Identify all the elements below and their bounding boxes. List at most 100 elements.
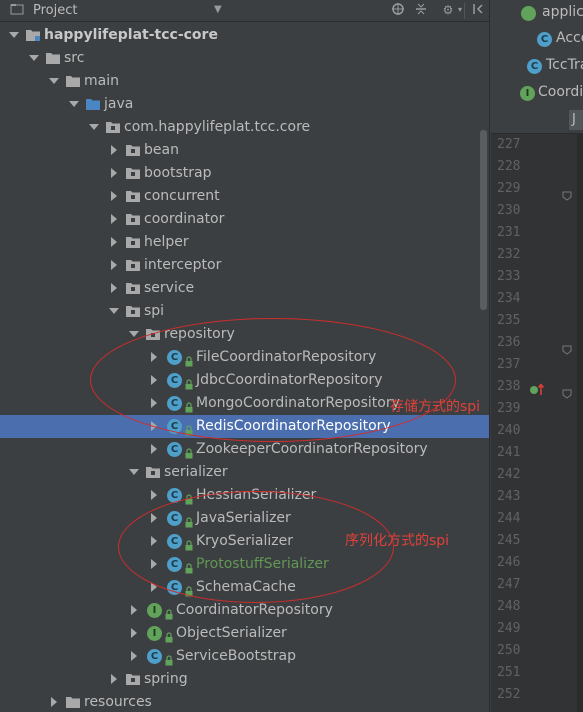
chevron-down-icon[interactable] [89, 122, 99, 132]
package-icon [146, 466, 160, 479]
gear-dropdown-icon[interactable]: ▾ [452, 2, 468, 18]
package-icon [126, 167, 140, 180]
chevron-right-icon[interactable] [149, 444, 159, 454]
tree-item-label: CoordinatorRepository [176, 602, 333, 618]
module-icon [26, 29, 40, 42]
navigation-list: applic C Acco C TccTra I Coordin [491, 0, 583, 104]
chevron-right-icon[interactable] [109, 191, 119, 201]
tree-row[interactable]: concurrent [0, 185, 490, 208]
list-item-label: TccTra [546, 57, 583, 73]
line-number: 231 [497, 225, 521, 240]
tree-row[interactable]: resources [0, 691, 490, 712]
line-number: 244 [497, 511, 521, 526]
package-icon [126, 144, 140, 157]
hide-panel-icon[interactable] [470, 2, 486, 18]
line-number: 227 [497, 137, 521, 152]
tree-scrollbar[interactable] [480, 130, 487, 310]
chevron-right-icon[interactable] [109, 145, 119, 155]
chevron-down-icon[interactable] [69, 99, 79, 109]
tree-row[interactable]: java [0, 93, 490, 116]
chevron-right-icon[interactable] [129, 605, 139, 615]
override-marker-icon[interactable] [529, 382, 545, 396]
project-panel-header: Project ▼ ⚙ ▾ [0, 0, 490, 22]
tree-row[interactable]: helper [0, 231, 490, 254]
chevron-right-icon[interactable] [49, 697, 59, 707]
line-number: 239 [497, 401, 521, 416]
lock-icon [165, 605, 173, 620]
tree-row[interactable]: C ZookeeperCoordinatorRepository [0, 438, 490, 461]
project-panel-icon [9, 2, 25, 18]
class-icon: C [167, 442, 182, 457]
chevron-right-icon[interactable] [149, 490, 159, 500]
package-icon [126, 259, 140, 272]
tree-row[interactable]: happylifeplat-tcc-core [0, 24, 490, 47]
package-icon [126, 213, 140, 226]
chevron-down-icon[interactable] [49, 76, 59, 86]
tree-row[interactable]: I ObjectSerializer [0, 622, 490, 645]
tree-item-label: coordinator [144, 211, 225, 227]
project-tool-window: Project ▼ ⚙ ▾ happylifeplat-tcc-core src m… [0, 0, 490, 712]
tree-row[interactable]: serializer [0, 461, 490, 484]
line-number: 246 [497, 555, 521, 570]
code-area[interactable] [577, 134, 583, 712]
chevron-right-icon[interactable] [109, 283, 119, 293]
folder-icon [46, 52, 60, 65]
lock-icon [185, 444, 193, 459]
interface-icon: I [520, 86, 535, 101]
tree-row[interactable]: C ServiceBootstrap [0, 645, 490, 668]
editor-tab-bar: J [491, 104, 583, 134]
tree-row[interactable]: coordinator [0, 208, 490, 231]
project-panel-title[interactable]: Project [33, 3, 77, 18]
tree-item-label: main [84, 73, 119, 89]
chevron-right-icon[interactable] [109, 168, 119, 178]
chevron-right-icon[interactable] [109, 674, 119, 684]
fold-marker-icon[interactable] [562, 340, 572, 355]
tree-row[interactable]: bean [0, 139, 490, 162]
package-icon [106, 121, 120, 134]
tree-row[interactable]: src [0, 47, 490, 70]
fold-marker-icon[interactable] [562, 384, 572, 399]
chevron-down-icon[interactable] [129, 467, 139, 477]
list-item-label: Coordin [538, 84, 583, 100]
chevron-right-icon[interactable] [109, 237, 119, 247]
tree-row[interactable]: com.happylifeplat.tcc.core [0, 116, 490, 139]
annotation-text-serializer: 序列化方式的spi [345, 533, 450, 549]
chevron-right-icon[interactable] [129, 628, 139, 638]
line-number: 232 [497, 247, 521, 262]
tree-row[interactable]: service [0, 277, 490, 300]
package-icon [126, 305, 140, 318]
chevron-right-icon[interactable] [109, 214, 119, 224]
collapse-all-icon[interactable] [413, 2, 429, 18]
chevron-right-icon[interactable] [109, 260, 119, 270]
sync-scroll-icon[interactable] [390, 2, 406, 18]
chevron-down-icon[interactable] [109, 306, 119, 316]
line-number: 236 [497, 335, 521, 350]
tree-item-label: bootstrap [144, 165, 212, 181]
package-icon [126, 236, 140, 249]
tree-item-label: bean [144, 142, 179, 158]
panel-divider[interactable] [489, 0, 490, 712]
line-number: 229 [497, 181, 521, 196]
line-number: 228 [497, 159, 521, 174]
interface-icon: I [147, 603, 162, 618]
chevron-down-icon[interactable] [29, 53, 39, 63]
tree-row[interactable]: spring [0, 668, 490, 691]
tree-row[interactable]: bootstrap [0, 162, 490, 185]
tree-item-label: java [104, 96, 134, 112]
chevron-right-icon[interactable] [129, 651, 139, 661]
folder-icon [66, 696, 80, 709]
lock-icon [165, 651, 173, 666]
annotation-ellipse-repository [90, 318, 456, 442]
folder-icon [66, 75, 80, 88]
tree-item-label: ServiceBootstrap [176, 648, 296, 664]
chevron-down-icon[interactable]: ▼ [214, 4, 222, 15]
fold-marker-icon[interactable] [562, 186, 572, 201]
tree-row[interactable]: main [0, 70, 490, 93]
lock-icon [165, 628, 173, 643]
chevron-down-icon[interactable] [9, 30, 19, 40]
class-icon: C [147, 649, 162, 664]
tree-item-label: spi [144, 303, 165, 319]
tree-item-label: helper [144, 234, 189, 250]
tree-row[interactable]: interceptor [0, 254, 490, 277]
editor-tab[interactable]: J [569, 110, 583, 130]
